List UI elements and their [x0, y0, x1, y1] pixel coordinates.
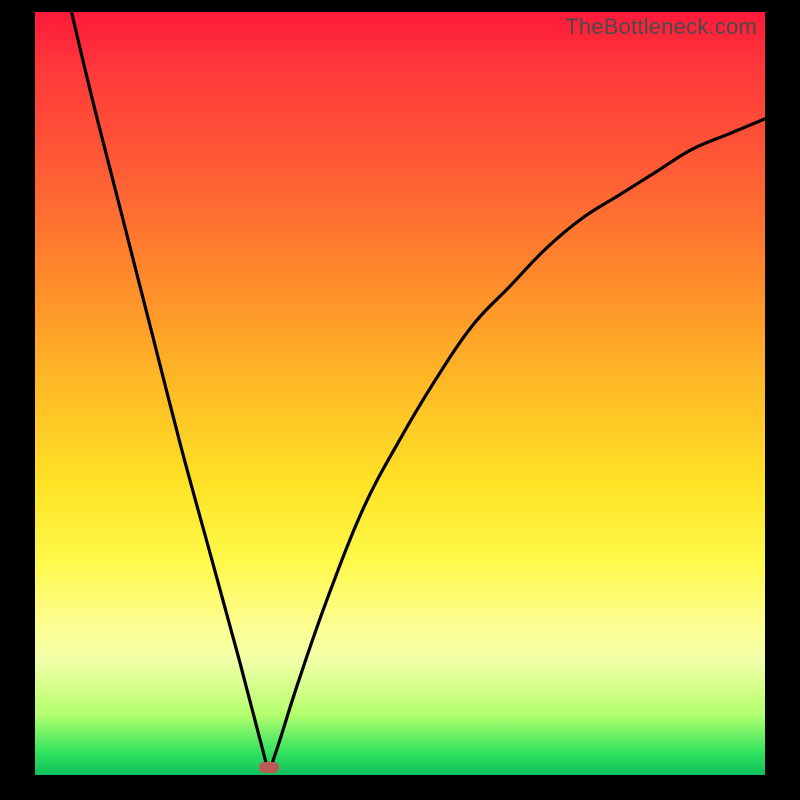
chart-container: TheBottleneck.com	[0, 0, 800, 800]
curve-svg	[35, 12, 765, 775]
watermark-text: TheBottleneck.com	[565, 14, 757, 40]
curve-path	[72, 12, 766, 768]
min-marker	[259, 762, 279, 773]
plot-area: TheBottleneck.com	[35, 12, 765, 775]
